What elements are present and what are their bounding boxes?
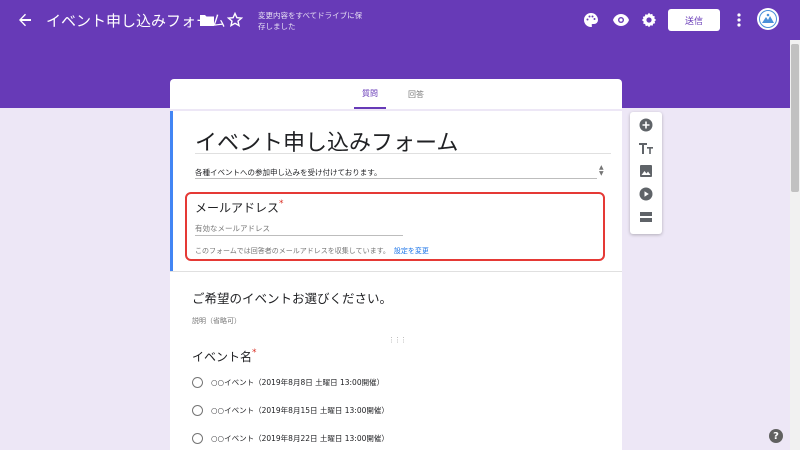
help-icon[interactable]: ?: [769, 429, 783, 443]
title-text-icon[interactable]: [638, 140, 654, 156]
more-vert-icon[interactable]: [732, 11, 746, 29]
arrow-back-icon[interactable]: [14, 10, 36, 30]
section-title[interactable]: ご希望のイベントお選びください。: [192, 288, 392, 307]
folder-icon[interactable]: [198, 11, 216, 29]
drag-handle-icon[interactable]: ⋮⋮⋮: [388, 336, 407, 344]
form-tabs-bar: 質問 回答: [170, 79, 622, 109]
scrollbar[interactable]: [790, 40, 800, 450]
image-icon[interactable]: [638, 163, 654, 179]
radio-button[interactable]: [192, 432, 203, 444]
star-icon[interactable]: [226, 11, 244, 29]
tab-responses[interactable]: 回答: [400, 79, 432, 109]
tab-questions[interactable]: 質問: [354, 79, 386, 109]
radio-button[interactable]: [192, 404, 203, 416]
palette-icon[interactable]: [582, 11, 600, 29]
add-question-icon[interactable]: [638, 117, 654, 133]
send-button[interactable]: 送信: [668, 9, 720, 31]
event-question-title: イベント名*: [192, 348, 257, 365]
textarea-resize-icon[interactable]: ▲ ▼: [599, 165, 604, 177]
title-underline: [195, 153, 611, 154]
option-item[interactable]: ○○イベント（2019年8月8日 土曜日 13:00開催）: [192, 375, 384, 389]
required-asterisk: *: [252, 348, 257, 358]
save-status-text: 変更内容をすべてドライブに保存しました: [258, 11, 363, 31]
eye-icon[interactable]: [612, 11, 630, 29]
option-label: ○○イベント（2019年8月15日 土曜日 13:00開催）: [211, 405, 389, 415]
section-description-field[interactable]: 説明（省略可）: [192, 316, 241, 326]
gear-icon[interactable]: [640, 11, 658, 29]
option-label: ○○イベント（2019年8月22日 土曜日 13:00開催）: [211, 433, 389, 443]
event-question-label: イベント名: [192, 350, 253, 364]
radio-button[interactable]: [192, 376, 203, 388]
form-description-field[interactable]: 各種イベントへの参加申し込みを受け付けております。: [195, 167, 597, 178]
option-item[interactable]: ○○イベント（2019年8月22日 土曜日 13:00開催）: [192, 431, 389, 445]
option-item[interactable]: ○○イベント（2019年8月15日 土曜日 13:00開催）: [192, 403, 389, 417]
description-underline: [195, 178, 597, 179]
option-label: ○○イベント（2019年8月8日 土曜日 13:00開催）: [211, 377, 385, 387]
highlight-box: [185, 192, 605, 261]
section-icon[interactable]: [638, 209, 654, 225]
video-icon[interactable]: [638, 186, 654, 202]
scrollbar-thumb[interactable]: [791, 44, 799, 192]
section-card: ご希望のイベントお選びください。 説明（省略可） ⋮⋮⋮ イベント名* ○○イベ…: [170, 271, 622, 450]
avatar[interactable]: [757, 8, 779, 30]
question-toolbar: [630, 112, 662, 234]
header-row: イベント申し込みフォーム 変更内容をすべてドライブに保存しました 送信: [0, 0, 800, 40]
